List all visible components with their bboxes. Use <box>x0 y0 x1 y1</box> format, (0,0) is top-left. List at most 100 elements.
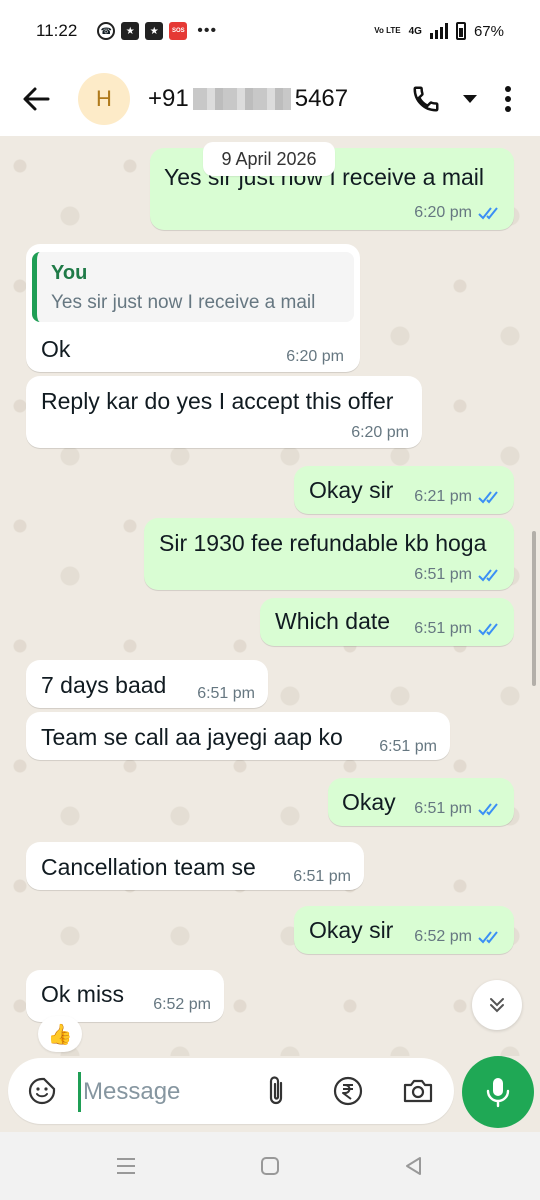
app-notification-icon-2: ★ <box>145 22 164 40</box>
call-options-dropdown[interactable] <box>458 79 482 119</box>
read-ticks-icon <box>478 207 498 220</box>
message-time: 6:21 pm <box>414 488 472 505</box>
battery-icon <box>455 22 466 40</box>
status-right: Vo LTE 4G 67% <box>374 22 504 40</box>
chat-area[interactable]: 9 April 2026 Yes sir just now I receive … <box>0 136 540 1056</box>
payment-button[interactable] <box>330 1073 366 1109</box>
chat-header: H +91 5467 <box>0 62 540 136</box>
quote-author: You <box>51 262 88 284</box>
date-chip: 9 April 2026 <box>203 142 335 176</box>
message-text: Reply kar do yes I accept this offer <box>41 388 394 414</box>
scroll-to-bottom-button[interactable] <box>472 980 522 1030</box>
message-text: Ok <box>41 336 71 362</box>
message-input[interactable] <box>78 1072 248 1112</box>
message-bubble[interactable]: 7 days baad 6:51 pm <box>26 660 268 708</box>
back-nav-button[interactable] <box>394 1146 434 1186</box>
message-text: Okay <box>342 789 396 815</box>
back-arrow-icon <box>23 87 50 111</box>
message-text: Okay sir <box>309 477 394 503</box>
message-meta: 6:20 pm <box>414 204 502 222</box>
rupee-icon <box>333 1076 363 1106</box>
composer-pill <box>8 1058 454 1124</box>
message-bubble[interactable]: Which date 6:51 pm <box>260 598 514 646</box>
message-time: 6:20 pm <box>351 424 409 441</box>
voice-call-button[interactable] <box>408 79 444 119</box>
contact-name[interactable]: +91 5467 <box>148 85 348 113</box>
voice-message-button[interactable] <box>462 1056 534 1128</box>
message-time: 6:52 pm <box>414 928 472 945</box>
message-bubble[interactable]: You Yes sir just now I receive a mail Ok… <box>26 244 360 372</box>
message-bubble[interactable]: Team se call aa jayegi aap ko 6:51 pm <box>26 712 450 760</box>
battery-percent: 67% <box>473 22 504 40</box>
message-time: 6:51 pm <box>414 566 472 583</box>
camera-icon <box>403 1079 433 1103</box>
back-button[interactable] <box>6 69 66 129</box>
message-bubble[interactable]: Okay sir 6:52 pm <box>294 906 514 954</box>
reaction-thumbs-up[interactable]: 👍 <box>38 1016 82 1052</box>
whatsapp-call-icon: ☎ <box>97 22 116 40</box>
message-meta: 6:21 pm <box>414 488 502 506</box>
back-triangle-icon <box>406 1157 421 1175</box>
quoted-message[interactable]: You Yes sir just now I receive a mail <box>32 252 354 322</box>
system-nav-bar <box>0 1132 540 1200</box>
volte-indicator: Vo LTE <box>374 26 401 35</box>
avatar[interactable]: H <box>78 73 130 125</box>
read-ticks-icon <box>478 569 498 582</box>
read-ticks-icon <box>478 803 498 816</box>
home-button[interactable] <box>250 1146 290 1186</box>
read-ticks-icon <box>478 931 498 944</box>
message-time: 6:20 pm <box>414 204 472 221</box>
more-notifications-icon: ••• <box>197 22 218 39</box>
phone-icon <box>413 86 439 112</box>
app-notification-icon: ★ <box>121 22 140 40</box>
message-meta: 6:51 pm <box>414 566 502 584</box>
double-chevron-down-icon <box>490 998 504 1013</box>
message-time: 6:51 pm <box>293 868 351 885</box>
message-time: 6:51 pm <box>197 685 255 702</box>
message-bubble[interactable]: Reply kar do yes I accept this offer 6:2… <box>26 376 422 448</box>
network-type: 4G <box>408 25 422 37</box>
message-text: 7 days baad <box>41 672 167 698</box>
contact-suffix: 5467 <box>294 85 349 112</box>
composer-bar <box>0 1056 540 1132</box>
message-bubble[interactable]: Okay sir 6:21 pm <box>294 466 514 514</box>
message-bubble[interactable]: Cancellation team se 6:51 pm <box>26 842 364 890</box>
status-bar: 11:22 ☎ ★ ★ SOS ••• Vo LTE 4G 67% <box>0 0 540 62</box>
header-actions <box>408 79 520 119</box>
signal-icon <box>429 23 448 39</box>
message-time: 6:51 pm <box>379 738 437 755</box>
read-ticks-icon <box>478 623 498 636</box>
sticker-icon <box>28 1077 56 1105</box>
message-time: 6:20 pm <box>286 348 344 365</box>
message-bubble[interactable]: Ok miss 6:52 pm <box>26 970 224 1022</box>
message-text: Ok miss <box>41 981 125 1007</box>
message-text: Sir 1930 fee refundable kb hoga <box>159 530 487 556</box>
message-text: Team se call aa jayegi aap ko <box>41 724 343 750</box>
message-time: 6:51 pm <box>414 620 472 637</box>
quote-text: Yes sir just now I receive a mail <box>51 292 316 313</box>
attach-icon <box>269 1076 283 1105</box>
more-options-button[interactable] <box>496 79 520 119</box>
read-ticks-icon <box>478 491 498 504</box>
message-meta: 6:51 pm <box>414 620 502 638</box>
camera-button[interactable] <box>400 1073 436 1109</box>
more-vert-icon <box>505 86 511 112</box>
message-text: Cancellation team se <box>41 854 256 880</box>
message-time: 6:52 pm <box>153 996 211 1013</box>
status-notification-icons: ☎ ★ ★ SOS ••• <box>97 22 217 40</box>
contact-prefix: +91 <box>148 85 189 112</box>
message-text: Which date <box>275 608 391 634</box>
redacted-number <box>192 88 291 110</box>
sticker-button[interactable] <box>24 1073 60 1109</box>
menu-icon <box>117 1158 135 1174</box>
message-bubble[interactable]: Okay 6:51 pm <box>328 778 514 826</box>
attach-button[interactable] <box>258 1073 294 1109</box>
message-bubble[interactable]: Sir 1930 fee refundable kb hoga 6:51 pm <box>144 518 514 590</box>
status-time: 11:22 <box>36 21 78 40</box>
sos-icon: SOS <box>169 22 188 40</box>
home-square-icon <box>261 1157 279 1175</box>
recents-button[interactable] <box>106 1146 146 1186</box>
message-meta: 6:52 pm <box>414 928 502 946</box>
message-meta: 6:51 pm <box>414 800 502 818</box>
scrollbar[interactable] <box>532 531 536 686</box>
